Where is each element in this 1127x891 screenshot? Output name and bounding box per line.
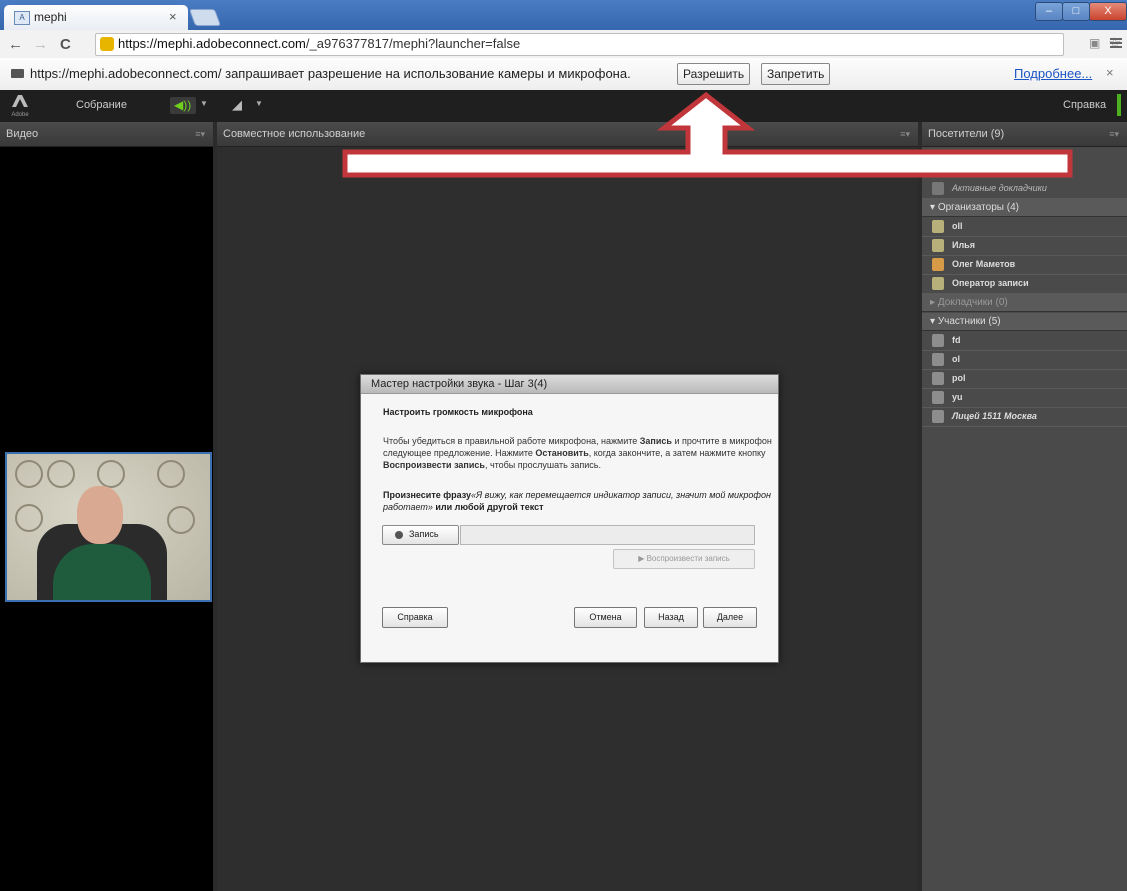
back-button[interactable]: Назад xyxy=(644,607,698,628)
mic-level-meter xyxy=(460,525,755,545)
share-pod-title: Совместное использование xyxy=(223,128,366,140)
address-bar[interactable]: https://mephi.adobeconnect.com/_a9763778… xyxy=(95,33,1064,56)
forward-arrow-icon[interactable]: → xyxy=(33,36,48,53)
attendee-group-hosts[interactable]: ▾ Организаторы (4) xyxy=(922,199,1127,217)
participant-user-icon xyxy=(932,334,944,347)
reload-icon[interactable]: C xyxy=(60,36,71,53)
adobe-favicon-icon: A xyxy=(14,11,30,25)
webcam-video[interactable] xyxy=(5,452,212,602)
list-item[interactable]: pol xyxy=(922,369,1127,389)
cancel-button[interactable]: Отмена xyxy=(574,607,637,628)
attendee-pod-header: Посетители (9) ≡▾ xyxy=(922,122,1127,147)
speaker-icon: ◀)) xyxy=(174,98,192,112)
window-close-button[interactable]: X xyxy=(1089,2,1127,21)
connect-menubar: Adobe Собрание ◀)) ▼ ◢ ▼ Справка xyxy=(0,90,1127,123)
adobe-a-icon xyxy=(12,95,28,107)
host-user-icon xyxy=(932,258,944,271)
pod-menu-icon[interactable]: ≡▾ xyxy=(900,122,910,146)
window-maximize-button[interactable]: □ xyxy=(1062,2,1090,21)
dialog-instructions: Чтобы убедиться в правильной работе микр… xyxy=(383,436,772,470)
browser-toolbar: ← → C https://mephi.adobeconnect.com/_a9… xyxy=(0,30,1127,59)
pod-menu-icon[interactable]: ≡▾ xyxy=(1109,122,1119,146)
url-text: https://mephi.adobeconnect.com/_a9763778… xyxy=(118,36,521,51)
audio-button[interactable]: ◀)) xyxy=(170,97,196,114)
dialog-help-button[interactable]: Справка xyxy=(382,607,448,628)
webcam-icon[interactable]: ◢ xyxy=(232,97,242,113)
host-user-icon xyxy=(932,220,944,233)
new-tab-button[interactable] xyxy=(188,9,222,26)
group-label: ▾ Организаторы (4) xyxy=(930,202,1019,213)
participant-user-icon xyxy=(932,391,944,404)
audio-setup-dialog: Мастер настройки звука - Шаг 3(4) Настро… xyxy=(360,374,779,663)
dialog-prompt: Произнесите фразу«Я вижу, как перемещает… xyxy=(383,490,771,512)
record-button[interactable]: Запись xyxy=(382,525,459,545)
video-pod: Видео ≡▾ xyxy=(0,122,213,891)
wall-logo xyxy=(15,504,43,532)
list-item[interactable]: Олег Маметов xyxy=(922,255,1127,275)
attendee-pod-title: Посетители (9) xyxy=(928,128,1005,140)
record-dot-icon xyxy=(395,531,403,539)
list-item[interactable]: oll xyxy=(922,217,1127,237)
tab-title: mephi xyxy=(34,10,67,24)
play-recording-button[interactable]: ▶ Воспроизвести запись xyxy=(613,549,755,569)
list-item[interactable]: fd xyxy=(922,331,1127,351)
presenter-body xyxy=(53,544,151,600)
attendee-group-presenters[interactable]: ▸ Докладчики (0) xyxy=(922,294,1127,312)
browser-tab[interactable]: A mephi × xyxy=(4,5,188,30)
video-pod-header: Видео ≡▾ xyxy=(0,122,213,147)
list-item[interactable]: Лицей 1511 Москва xyxy=(922,407,1127,427)
webcam-dropdown-icon[interactable]: ▼ xyxy=(255,99,263,108)
menu-icon[interactable] xyxy=(1110,37,1122,49)
permission-infobar: https://mephi.adobeconnect.com/ запрашив… xyxy=(0,58,1127,91)
connection-status-bar xyxy=(1117,94,1121,116)
allow-button[interactable]: Разрешить xyxy=(677,63,751,85)
menu-help[interactable]: Справка xyxy=(1063,99,1106,111)
next-button[interactable]: Далее xyxy=(703,607,757,628)
presenter-head xyxy=(77,486,123,544)
camera-blocked-icon[interactable]: ▣ xyxy=(1089,36,1100,50)
video-pod-title: Видео xyxy=(6,128,39,140)
audio-dropdown-icon[interactable]: ▼ xyxy=(200,99,208,108)
participant-user-icon xyxy=(932,353,944,366)
menu-meeting[interactable]: Собрание xyxy=(76,99,127,111)
host-user-icon xyxy=(932,239,944,252)
learn-more-link[interactable]: Подробнее... xyxy=(1014,66,1092,81)
wall-logo xyxy=(47,460,75,488)
list-item[interactable]: Оператор записи xyxy=(922,274,1127,294)
wall-logo xyxy=(167,506,195,534)
tab-close-icon[interactable]: × xyxy=(169,9,177,24)
group-label: ▸ Докладчики (0) xyxy=(930,297,1008,308)
back-arrow-icon[interactable]: ← xyxy=(8,36,23,53)
list-item[interactable]: ol xyxy=(922,350,1127,370)
adobe-logo-icon: Adobe xyxy=(10,94,30,118)
wall-logo xyxy=(157,460,185,488)
list-item[interactable]: yu xyxy=(922,388,1127,408)
dialog-titlebar[interactable]: Мастер настройки звука - Шаг 3(4) xyxy=(361,375,778,394)
wall-logo xyxy=(97,460,125,488)
host-user-icon xyxy=(932,277,944,290)
camera-icon xyxy=(11,69,24,78)
attendee-group-participants[interactable]: ▾ Участники (5) xyxy=(922,313,1127,331)
deny-button[interactable]: Запретить xyxy=(761,63,831,85)
participant-user-icon xyxy=(932,372,944,385)
share-pod-header: Совместное использование ≡▾ xyxy=(217,122,918,147)
pod-menu-icon[interactable]: ≡▾ xyxy=(195,122,205,146)
window-minimize-button[interactable]: – xyxy=(1035,2,1063,21)
group-label: ▾ Участники (5) xyxy=(930,316,1001,327)
dialog-title: Мастер настройки звука - Шаг 3(4) xyxy=(371,378,548,390)
permission-message: https://mephi.adobeconnect.com/ запрашив… xyxy=(30,66,631,81)
participant-user-icon xyxy=(932,410,944,423)
dialog-heading: Настроить громкость микрофона xyxy=(383,407,533,417)
infobar-close-icon[interactable]: × xyxy=(1106,65,1114,80)
microphone-icon xyxy=(932,182,944,195)
site-info-icon[interactable] xyxy=(100,37,114,51)
active-speakers-row: Активные докладчики xyxy=(922,179,1127,199)
browser-tabstrip: A mephi × – □ X xyxy=(0,0,1127,30)
list-item[interactable]: Илья xyxy=(922,236,1127,256)
attendee-pod: Посетители (9) ≡▾ Активные докладчики ▾ … xyxy=(922,122,1127,891)
wall-logo xyxy=(15,460,43,488)
